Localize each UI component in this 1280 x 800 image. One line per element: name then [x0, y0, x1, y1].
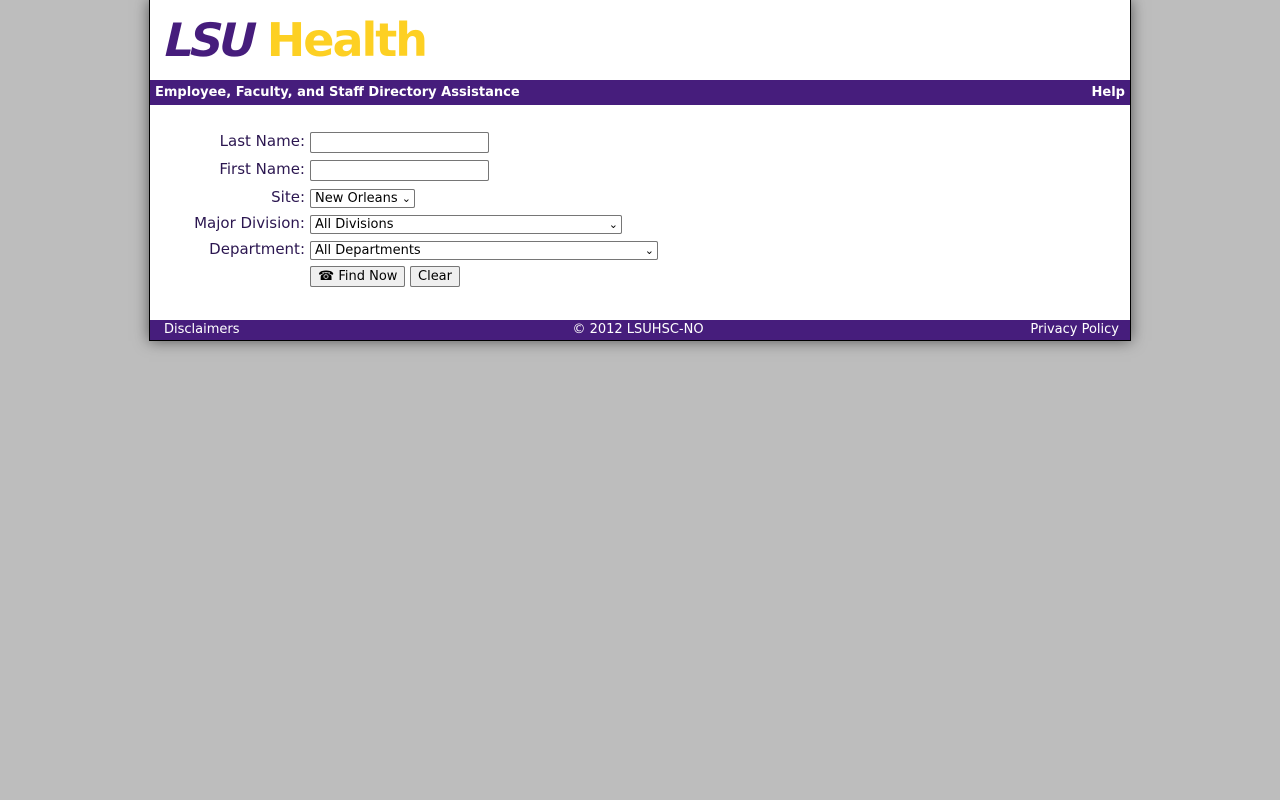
chevron-down-icon: ⌄	[608, 218, 618, 231]
major-division-select[interactable]: All Divisions ⌄	[310, 215, 622, 234]
page-container: LSU Health Employee, Faculty, and Staff …	[149, 0, 1131, 341]
actions-row: ☎ Find Now Clear	[150, 266, 1130, 288]
logo-lsu-text: LSU	[164, 13, 254, 67]
department-row: Department: All Departments ⌄	[150, 238, 1130, 260]
site-select[interactable]: New Orleans ⌄	[310, 189, 415, 208]
site-label: Site:	[271, 188, 305, 206]
last-name-row: Last Name:	[150, 130, 1130, 153]
last-name-label: Last Name:	[219, 132, 305, 150]
title-bar: Employee, Faculty, and Staff Directory A…	[150, 80, 1130, 105]
find-now-button[interactable]: ☎ Find Now	[310, 266, 405, 287]
logo-health-text: Health	[266, 13, 428, 67]
footer-bar: Disclaimers © 2012 LSUHSC-NO Privacy Pol…	[150, 320, 1130, 340]
clear-button[interactable]: Clear	[410, 266, 460, 287]
chevron-down-icon: ⌄	[401, 192, 411, 205]
privacy-policy-link[interactable]: Privacy Policy	[1030, 322, 1119, 337]
page-title: Employee, Faculty, and Staff Directory A…	[155, 85, 520, 100]
first-name-row: First Name:	[150, 158, 1130, 181]
major-division-selected-value: All Divisions	[315, 217, 394, 232]
first-name-input[interactable]	[310, 160, 489, 181]
department-selected-value: All Departments	[315, 243, 421, 258]
last-name-input[interactable]	[310, 132, 489, 153]
first-name-label: First Name:	[219, 160, 305, 178]
copyright-text: © 2012 LSUHSC-NO	[572, 322, 704, 337]
department-select[interactable]: All Departments ⌄	[310, 241, 658, 260]
site-row: Site: New Orleans ⌄	[150, 186, 1130, 208]
chevron-down-icon: ⌄	[644, 244, 654, 257]
site-selected-value: New Orleans	[315, 191, 398, 206]
help-link[interactable]: Help	[1092, 85, 1125, 100]
major-division-row: Major Division: All Divisions ⌄	[150, 212, 1130, 234]
department-label: Department:	[209, 240, 305, 258]
major-division-label: Major Division:	[194, 214, 305, 232]
lsu-health-logo: LSU Health	[164, 13, 428, 67]
